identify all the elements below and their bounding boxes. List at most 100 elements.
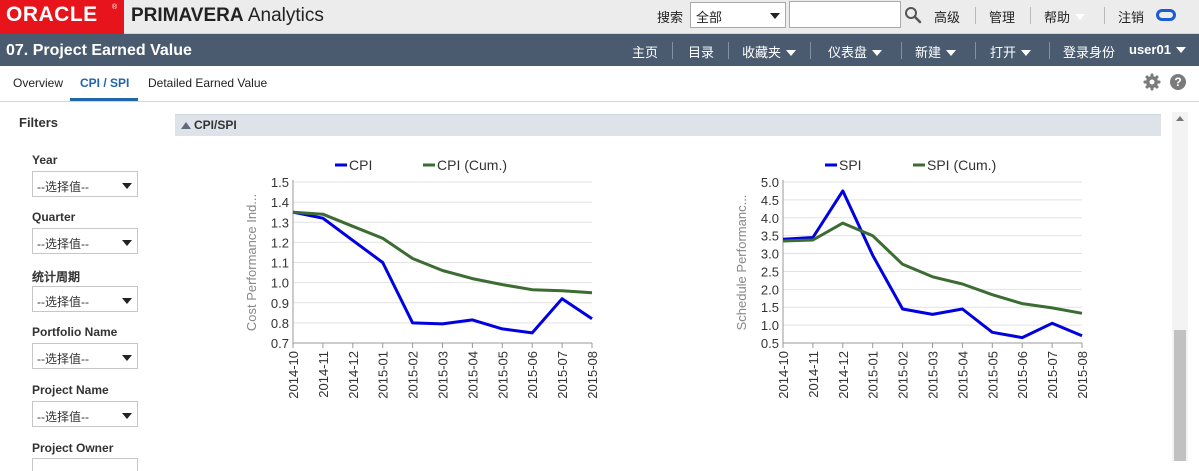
cpi-x-tick-label: 2015-03	[436, 351, 451, 399]
dashboard-bar: 07. Project Earned Value 主页 目录 收藏夹 仪表盘 新…	[0, 34, 1199, 66]
spi-x-tick-label: 2015-03	[926, 351, 941, 399]
spi-y-tick-label: 3.5	[761, 229, 779, 244]
advanced-link[interactable]: 高级	[934, 7, 960, 26]
filter-project-owner-select[interactable]	[32, 458, 138, 471]
spi-x-tick-label: 2015-07	[1045, 351, 1060, 399]
spi-y-tick-label: 2.5	[761, 264, 779, 279]
nav-divider	[728, 42, 729, 59]
filter-quarter-value: --选择值--	[37, 237, 89, 251]
cpi-y-tick-label: 1.3	[271, 215, 289, 230]
cpi-y-tick-label: 1.1	[271, 256, 289, 271]
chevron-down-icon	[122, 413, 132, 419]
tab-overview[interactable]: Overview	[13, 76, 63, 90]
search-icon[interactable]	[904, 6, 922, 24]
search-scope-select[interactable]: 全部	[690, 2, 786, 28]
user-menu[interactable]: user01	[1129, 42, 1186, 57]
cpi-legend-label-0[interactable]: CPI	[349, 157, 372, 173]
scroll-up-arrow-icon[interactable]	[1176, 116, 1184, 121]
cpi-x-tick-label: 2015-08	[585, 351, 600, 399]
nav-favorites[interactable]: 收藏夹	[742, 42, 797, 61]
chevron-down-icon[interactable]	[1075, 14, 1085, 20]
filter-year-label: Year	[32, 153, 58, 167]
help-icon[interactable]: ?	[1170, 74, 1186, 90]
tab-detailed-earned-value[interactable]: Detailed Earned Value	[148, 76, 267, 90]
tab-cpi-spi[interactable]: CPI / SPI	[80, 76, 129, 90]
nav-open[interactable]: 打开	[990, 42, 1032, 61]
nav-divider	[810, 42, 811, 59]
spi-x-tick-label: 2014-10	[776, 351, 791, 399]
oracle-logo: ORACLE ®	[0, 0, 124, 34]
nav-divider	[1049, 42, 1050, 59]
spi-x-tick-label: 2015-05	[985, 351, 1000, 399]
filter-quarter-label: Quarter	[32, 210, 76, 224]
cpi-x-tick-label: 2014-12	[346, 351, 361, 399]
spi-legend-label-0[interactable]: SPI	[839, 157, 862, 173]
spi-y-tick-label: 2.0	[761, 282, 779, 297]
collapse-triangle-icon[interactable]	[181, 122, 191, 129]
nav-favorites-label: 收藏夹	[742, 45, 782, 60]
section-title: CPI/SPI	[194, 118, 237, 132]
chevron-down-icon	[946, 50, 957, 56]
search-input[interactable]	[789, 1, 901, 28]
filter-quarter-select[interactable]: --选择值--	[32, 228, 138, 254]
oracle-ring-icon	[1156, 9, 1176, 21]
cpi-series-line-0[interactable]	[292, 210, 593, 335]
gear-icon[interactable]	[1143, 73, 1161, 91]
product-name-rest: Analytics	[247, 5, 324, 26]
cpi-y-axis-label: Cost Performance Ind...	[244, 194, 259, 331]
filter-project-name-select[interactable]: --选择值--	[32, 401, 138, 427]
spi-series-line-1[interactable]	[782, 221, 1083, 315]
nav-dashboards-label: 仪表盘	[828, 45, 868, 60]
spi-x-tick-label: 2015-08	[1075, 351, 1090, 399]
cpi-y-tick-label: 0.8	[271, 316, 289, 331]
cpi-y-tick-label: 1.4	[271, 195, 289, 210]
vertical-scrollbar[interactable]	[1172, 112, 1188, 461]
spi-y-tick-label: 3.0	[761, 247, 779, 262]
nav-new-label: 新建	[915, 45, 942, 60]
spi-y-axis-label: Schedule Performanc...	[734, 195, 749, 331]
cpi-chart: CPI CPI (Cum.) Cost Performance Ind... 0.…	[244, 157, 600, 399]
nav-dashboards[interactable]: 仪表盘	[828, 42, 883, 61]
filter-year-select[interactable]: --选择值--	[32, 171, 138, 197]
section-header-cpi-spi[interactable]: CPI/SPI	[175, 114, 1161, 136]
nav-new[interactable]: 新建	[915, 42, 957, 61]
help-menu[interactable]: 帮助	[1044, 7, 1070, 26]
spi-y-tick-label: 1.5	[761, 300, 779, 315]
chevron-down-icon	[122, 298, 132, 304]
spi-legend-label-1[interactable]: SPI (Cum.)	[927, 157, 996, 173]
cpi-y-tick-label: 1.5	[271, 175, 289, 190]
cpi-y-tick-label: 0.9	[271, 296, 289, 311]
nav-catalog[interactable]: 目录	[688, 42, 714, 61]
nav-home[interactable]: 主页	[632, 42, 658, 61]
spi-x-tick-label: 2015-02	[896, 351, 911, 399]
manage-link[interactable]: 管理	[989, 7, 1015, 26]
cpi-series-line-1[interactable]	[292, 210, 593, 295]
nav-divider	[672, 42, 673, 59]
logout-link[interactable]: 注销	[1118, 7, 1144, 26]
filter-project-name-label: Project Name	[32, 383, 109, 397]
search-scope-value: 全部	[696, 10, 723, 25]
spi-series-line-0[interactable]	[782, 189, 1083, 340]
header-divider	[1104, 7, 1105, 24]
filter-portfolio-select[interactable]: --选择值--	[32, 343, 138, 369]
header-divider	[1030, 7, 1031, 24]
cpi-y-tick-label: 1.2	[271, 235, 289, 250]
cpi-x-tick-label: 2015-02	[406, 351, 421, 399]
filter-period-select[interactable]: --选择值--	[32, 286, 138, 312]
signed-in-as-label: 登录身份	[1063, 45, 1116, 60]
spi-x-tick-label: 2015-06	[1015, 351, 1030, 399]
filter-year-value: --选择值--	[37, 180, 89, 194]
cpi-x-tick-label: 2014-11	[316, 351, 331, 398]
cpi-x-tick-label: 2015-05	[495, 351, 510, 399]
cpi-legend-label-1[interactable]: CPI (Cum.)	[437, 157, 507, 173]
filter-portfolio-value: --选择值--	[37, 352, 89, 366]
global-header: ORACLE ® PRIMAVERA Analytics 搜索 全部 高级 管理…	[0, 0, 1199, 34]
scrollbar-thumb[interactable]	[1174, 330, 1186, 461]
nav-open-label: 打开	[990, 45, 1017, 60]
spi-y-tick-label: 4.5	[761, 193, 779, 208]
registered-mark: ®	[112, 4, 118, 11]
filter-period-label: 统计周期	[32, 270, 81, 284]
nav-divider	[901, 42, 902, 59]
spi-y-tick-label: 4.0	[761, 211, 779, 226]
cpi-x-tick-label: 2015-07	[555, 351, 570, 399]
